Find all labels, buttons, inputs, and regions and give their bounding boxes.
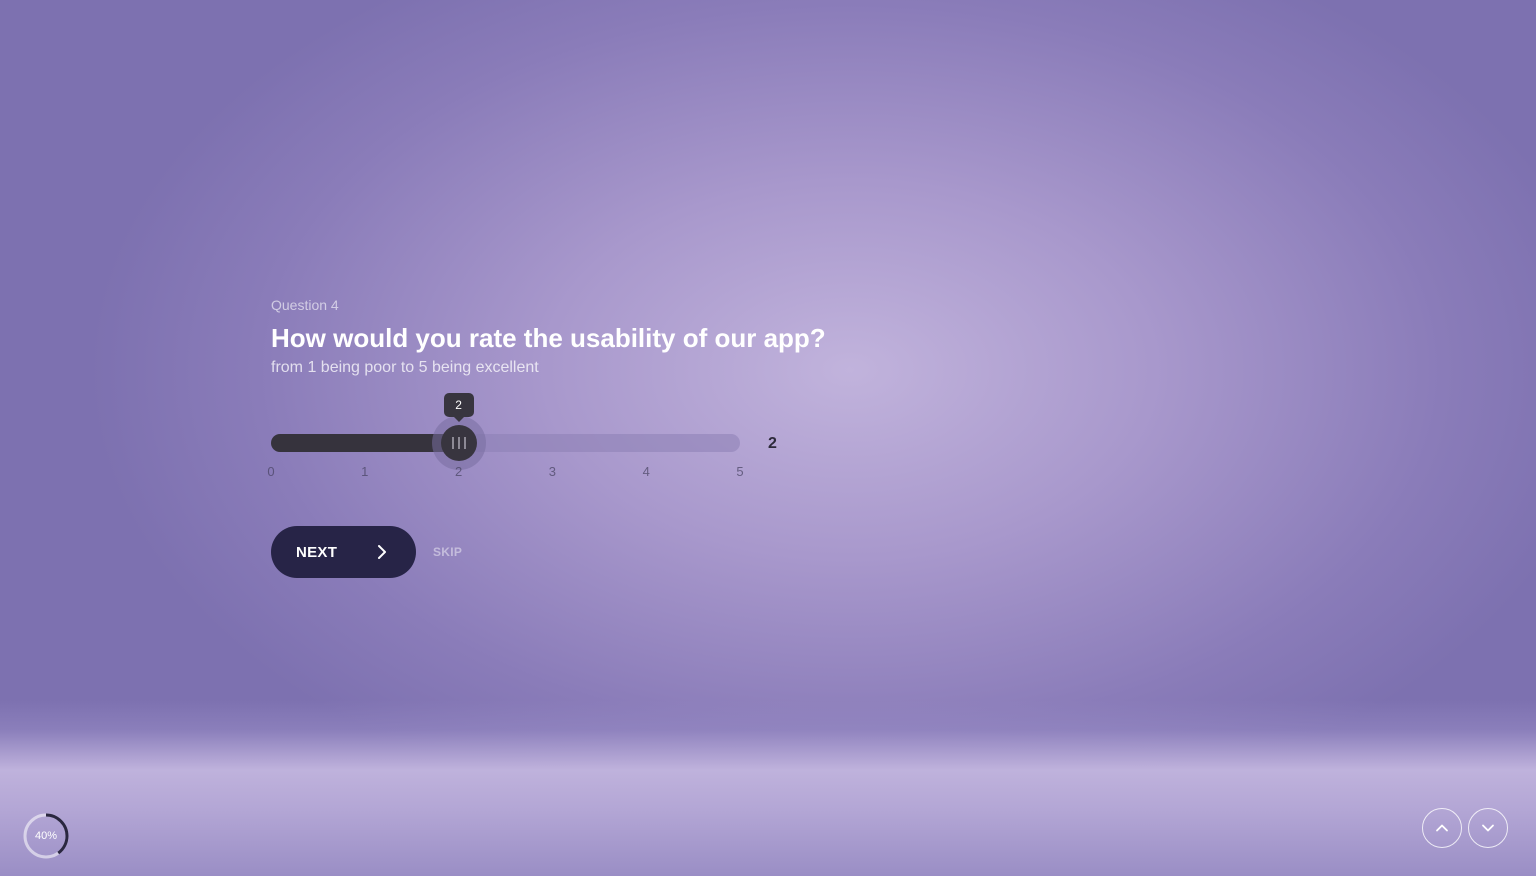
question-block: Question 4 How would you rate the usabil… — [271, 295, 831, 376]
chevron-right-icon — [378, 545, 386, 559]
chevron-up-icon — [1436, 824, 1448, 832]
grip-lines-icon — [451, 437, 466, 449]
chevron-down-icon — [1482, 824, 1494, 832]
slider-tick-label: 1 — [361, 464, 369, 479]
next-button[interactable]: NEXT — [271, 526, 416, 578]
slider-tick-label: 0 — [267, 464, 275, 479]
question-subtitle: from 1 being poor to 5 being excellent — [271, 359, 539, 376]
rating-slider-fill — [271, 434, 459, 452]
slider-tick-label: 5 — [736, 464, 744, 479]
rating-slider-track[interactable] — [271, 434, 740, 452]
question-title: How would you rate the usability of our … — [271, 323, 826, 353]
skip-link[interactable]: SKIP — [433, 544, 462, 560]
next-button-label: NEXT — [296, 543, 338, 561]
background-floor — [0, 700, 1536, 876]
progress-indicator: 40% — [22, 812, 70, 860]
rating-slider-ticks: 0 1 2 3 4 5 — [267, 463, 744, 481]
next-question-button[interactable] — [1468, 808, 1508, 848]
slider-tick-label: 4 — [642, 464, 650, 479]
slider-tick-label: 3 — [548, 464, 557, 479]
slider-tick-label: 2 — [454, 464, 463, 479]
rating-slider-tooltip: 2 — [443, 393, 474, 422]
rating-slider-thumb[interactable] — [440, 425, 477, 461]
progress-label: 40% — [34, 830, 58, 842]
question-number: Question 4 — [271, 297, 339, 313]
previous-question-button[interactable] — [1422, 808, 1462, 848]
rating-slider-value: 2 — [768, 435, 777, 452]
